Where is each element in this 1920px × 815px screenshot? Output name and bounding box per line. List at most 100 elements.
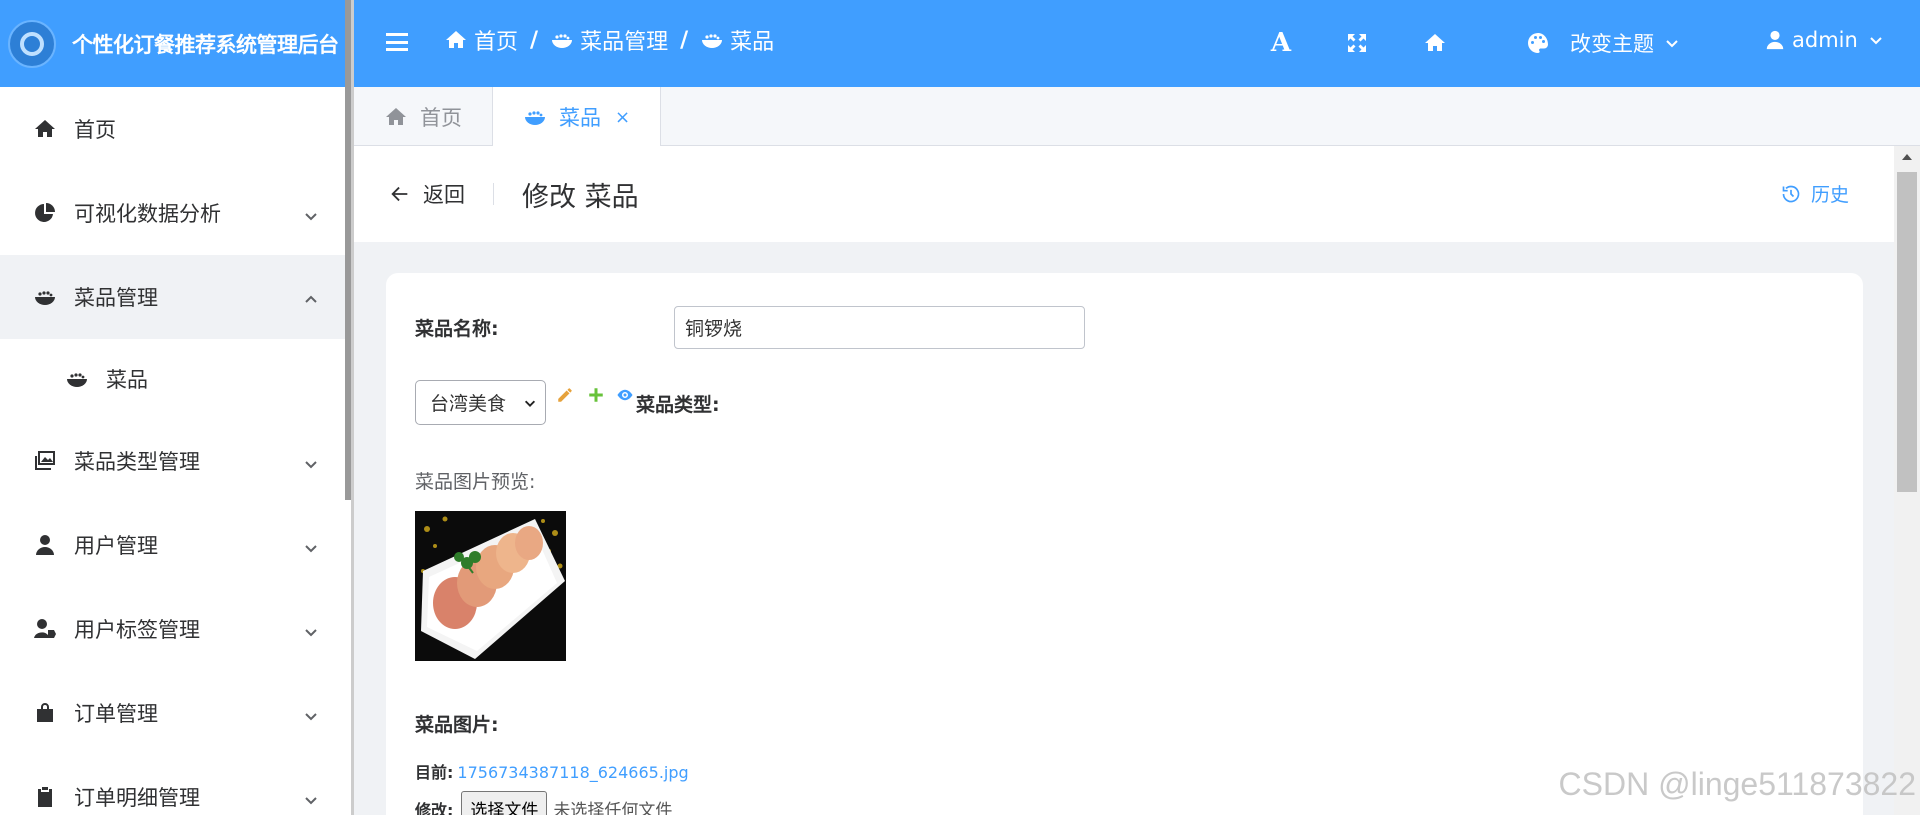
chevron-down-icon [303, 537, 319, 553]
breadcrumb-label: 菜品管理 [580, 30, 669, 55]
sidebar: 个性化订餐推荐系统管理后台 首页 可视化数据分析 菜品管理 菜品 菜品类型管理 [0, 0, 351, 815]
dish-type-select[interactable]: 台湾美食 [415, 380, 546, 425]
chevron-down-icon [303, 705, 319, 721]
chevron-down-icon [303, 789, 319, 805]
font-size-icon[interactable]: A [1268, 30, 1294, 56]
bowl-icon [64, 366, 90, 392]
user-tag-icon [32, 616, 58, 642]
user-icon [1766, 30, 1784, 50]
images-icon [32, 448, 58, 474]
menu-toggle-icon[interactable] [386, 30, 408, 54]
bowl-icon [552, 34, 573, 48]
scrollbar-thumb[interactable] [1897, 172, 1917, 492]
tab-dish[interactable]: 菜品 × [493, 87, 662, 147]
file-upload-row: 修改: 选择文件 未选择任何文件 [415, 791, 672, 815]
brand-title: 个性化订餐推荐系统管理后台 [72, 32, 339, 57]
tab-label: 首页 [420, 105, 462, 130]
bowl-icon [702, 34, 723, 48]
breadcrumb-dish-management[interactable]: 菜品管理 [550, 24, 668, 56]
fullscreen-icon[interactable] [1344, 30, 1370, 56]
bowl-icon [525, 111, 545, 125]
history-icon [1782, 185, 1800, 202]
sidebar-item-dish-management[interactable]: 菜品管理 [0, 255, 351, 339]
history-label: 历史 [1810, 184, 1849, 206]
chevron-down-icon [303, 453, 319, 469]
theme-label: 改变主题 [1570, 32, 1654, 56]
sidebar-item-data-analysis[interactable]: 可视化数据分析 [0, 171, 351, 255]
home-icon[interactable] [1422, 30, 1448, 56]
page-scrollbar[interactable] [1894, 146, 1920, 815]
dish-name-input[interactable] [674, 306, 1085, 349]
bowl-icon [32, 284, 58, 310]
chevron-down-icon [303, 621, 319, 637]
chevron-down-icon [1666, 40, 1678, 48]
sidebar-item-label: 菜品类型管理 [74, 450, 200, 474]
dish-image-preview [415, 511, 566, 661]
choose-file-button[interactable]: 选择文件 [461, 791, 548, 815]
sidebar-item-label: 用户管理 [74, 534, 158, 558]
sidebar-menu: 首页 可视化数据分析 菜品管理 菜品 菜品类型管理 用户管理 用户标签管理 订单… [0, 87, 351, 815]
bag-icon [32, 700, 58, 726]
name-label: 菜品名称: [415, 318, 499, 340]
logo [8, 19, 56, 68]
history-button[interactable]: 历史 [1781, 180, 1849, 207]
image-label: 菜品图片: [415, 714, 499, 736]
type-label: 菜品类型: [636, 394, 720, 416]
watermark: CSDN @linge511873822 [1558, 766, 1916, 802]
breadcrumb-label: 菜品 [730, 30, 775, 55]
select-value: 台湾美食 [430, 393, 507, 415]
sidebar-item-label: 用户标签管理 [74, 618, 200, 642]
chevron-up-icon [303, 289, 319, 305]
arrow-left-icon [391, 186, 408, 202]
chart-pie-icon [32, 200, 58, 226]
close-icon[interactable]: × [615, 107, 630, 128]
brand: 个性化订餐推荐系统管理后台 [0, 0, 351, 87]
tab-home[interactable]: 首页 [354, 87, 493, 146]
sidebar-item-order-management[interactable]: 订单管理 [0, 671, 351, 755]
home-icon [386, 107, 406, 125]
eye-icon[interactable] [616, 386, 636, 406]
user-menu[interactable]: admin [1764, 28, 1884, 52]
sidebar-item-label: 菜品 [106, 368, 148, 392]
scroll-up-icon[interactable] [1902, 154, 1912, 160]
sidebar-item-order-detail-management[interactable]: 订单明细管理 [0, 755, 351, 815]
tab-bar: 首页 菜品 × [354, 87, 1920, 147]
back-label: 返回 [423, 183, 465, 207]
breadcrumb-dish[interactable]: 菜品 [700, 24, 774, 56]
chevron-down-icon [303, 205, 319, 221]
sidebar-item-dish-type-management[interactable]: 菜品类型管理 [0, 419, 351, 503]
sidebar-item-dish[interactable]: 菜品 [0, 339, 351, 419]
user-name: admin [1792, 28, 1858, 52]
home-icon [32, 116, 58, 142]
chevron-down-icon [1870, 37, 1882, 45]
page-header: 返回 修改 菜品 历史 [354, 146, 1894, 242]
current-file-link[interactable]: 1756734387118_624665.jpg [457, 763, 688, 782]
sidebar-item-user-management[interactable]: 用户管理 [0, 503, 351, 587]
plus-icon[interactable] [587, 386, 607, 406]
breadcrumb: 首页 / 菜品管理 / 菜品 [444, 24, 774, 56]
chevron-down-icon [524, 400, 536, 407]
user-icon [32, 532, 58, 558]
palette-icon [1528, 33, 1548, 53]
back-button[interactable]: 返回 [389, 179, 465, 209]
sidebar-item-label: 首页 [74, 118, 116, 142]
no-file-text: 未选择任何文件 [553, 801, 673, 815]
breadcrumb-separator: / [530, 27, 539, 53]
breadcrumb-separator: / [680, 27, 689, 53]
current-file: 目前: 1756734387118_624665.jpg [415, 759, 689, 783]
edit-form-card: 菜品名称: 台湾美食 菜品类型: 菜品图片预览: 菜品图片: 目前:1756 [386, 273, 1863, 815]
modify-label: 修改: [415, 800, 454, 815]
edit-icon[interactable] [556, 386, 576, 406]
sidebar-item-label: 订单管理 [74, 702, 158, 726]
page-title: 修改 菜品 [522, 181, 639, 213]
clipboard-icon [32, 784, 58, 810]
sidebar-item-user-tag-management[interactable]: 用户标签管理 [0, 587, 351, 671]
sidebar-item-label: 可视化数据分析 [74, 202, 221, 226]
theme-switcher[interactable]: 改变主题 [1526, 28, 1680, 58]
home-icon [446, 31, 466, 48]
sidebar-item-home[interactable]: 首页 [0, 87, 351, 171]
breadcrumb-label: 首页 [474, 30, 519, 55]
top-header: 首页 / 菜品管理 / 菜品 A 改变主题 admin [354, 0, 1920, 87]
sidebar-item-label: 菜品管理 [74, 286, 158, 310]
breadcrumb-home[interactable]: 首页 [444, 24, 518, 56]
